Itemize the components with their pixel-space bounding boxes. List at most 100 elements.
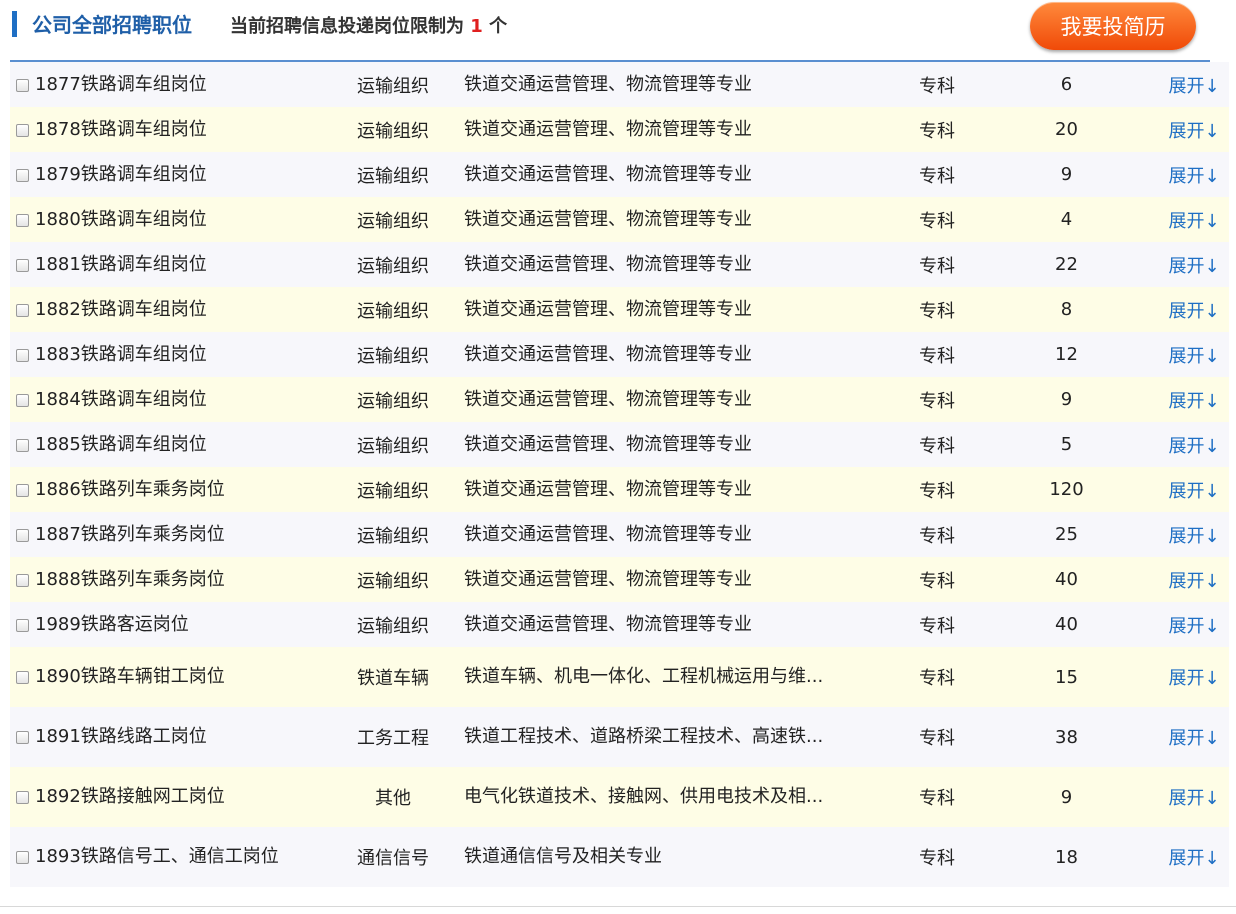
headcount-cell: 5 [1060,434,1073,455]
position-name-cell: 1879铁路调车组岗位 [10,152,334,197]
major-cell: 铁道车辆、机电一体化、工程机械运用与维... [464,666,824,687]
apply-resume-button[interactable]: 我要投简历 [1030,2,1196,50]
position-name-cell: 1891铁路线路工岗位 [10,707,334,767]
expand-link[interactable]: 展开↓ [1159,242,1229,287]
expand-link[interactable]: 展开↓ [1159,62,1229,107]
education-cell: 专科 [919,615,955,637]
table-row: 1883铁路调车组岗位 运输组织 铁道交通运营管理、物流管理等专业 专科 12 展开↓ [10,332,1229,377]
limit-notice-suffix: 个 [489,16,508,37]
checkbox-icon[interactable] [16,483,29,497]
checkbox-icon[interactable] [16,168,29,182]
checkbox-icon[interactable] [16,573,29,587]
headcount-cell: 25 [1055,524,1078,545]
major-cell: 铁道交通运营管理、物流管理等专业 [464,478,752,500]
checkbox-icon[interactable] [16,791,29,804]
education-cell: 专科 [919,345,955,367]
expand-link[interactable]: 展开↓ [1159,287,1229,332]
education-cell: 专科 [919,210,955,232]
education-cell: 专科 [919,525,955,547]
position-name-cell: 1883铁路调车组岗位 [10,332,334,377]
checkbox-icon[interactable] [16,348,29,362]
expand-link[interactable]: 展开↓ [1159,512,1229,557]
education-cell: 专科 [919,390,955,412]
education-cell: 专科 [919,120,955,142]
major-cell: 铁道交通运营管理、物流管理等专业 [464,298,752,320]
table-row: 1884铁路调车组岗位 运输组织 铁道交通运营管理、物流管理等专业 专科 9 展开↓ [10,377,1229,422]
major-cell: 铁道交通运营管理、物流管理等专业 [464,523,752,545]
job-table: 1877铁路调车组岗位 运输组织 铁道交通运营管理、物流管理等专业 专科 6 展开↓ 187… [10,62,1229,887]
headcount-cell: 6 [1060,74,1073,95]
category-cell: 运输组织 [357,435,429,457]
table-row: 1879铁路调车组岗位 运输组织 铁道交通运营管理、物流管理等专业 专科 9 展开↓ [10,152,1229,197]
category-cell: 其他 [375,788,411,809]
education-cell: 专科 [919,480,955,502]
education-cell: 专科 [919,300,955,322]
major-cell: 铁道交通运营管理、物流管理等专业 [464,118,752,140]
table-row: 1882铁路调车组岗位 运输组织 铁道交通运营管理、物流管理等专业 专科 8 展开↓ [10,287,1229,332]
major-cell: 电气化铁道技术、接触网、供用电技术及相... [464,786,824,807]
category-cell: 运输组织 [357,345,429,367]
position-name: 1884铁路调车组岗位 [35,388,207,410]
headcount-cell: 9 [1060,164,1073,185]
expand-link[interactable]: 展开↓ [1159,107,1229,152]
table-row: 1885铁路调车组岗位 运输组织 铁道交通运营管理、物流管理等专业 专科 5 展开↓ [10,422,1229,467]
education-cell: 专科 [919,728,955,749]
position-name-cell: 1884铁路调车组岗位 [10,377,334,422]
checkbox-icon[interactable] [16,438,29,452]
checkbox-icon[interactable] [16,731,29,744]
checkbox-icon[interactable] [16,123,29,137]
position-name-cell: 1880铁路调车组岗位 [10,197,334,242]
checkbox-icon[interactable] [16,618,29,632]
expand-link[interactable]: 展开↓ [1159,647,1229,707]
checkbox-icon[interactable] [16,393,29,407]
headcount-cell: 40 [1055,569,1078,590]
expand-link[interactable]: 展开↓ [1159,602,1229,647]
table-row: 1891铁路线路工岗位 工务工程 铁道工程技术、道路桥梁工程技术、高速铁... 专科 3… [10,707,1229,767]
category-cell: 运输组织 [357,300,429,322]
expand-link[interactable]: 展开↓ [1159,422,1229,467]
expand-link[interactable]: 展开↓ [1159,707,1229,767]
expand-link[interactable]: 展开↓ [1159,767,1229,827]
checkbox-icon[interactable] [16,851,29,864]
table-row: 1878铁路调车组岗位 运输组织 铁道交通运营管理、物流管理等专业 专科 20 展开↓ [10,107,1229,152]
headcount-cell: 12 [1055,344,1078,365]
major-cell: 铁道交通运营管理、物流管理等专业 [464,73,752,95]
education-cell: 专科 [919,435,955,457]
expand-link[interactable]: 展开↓ [1159,467,1229,512]
checkbox-icon[interactable] [16,213,29,227]
position-name-cell: 1887铁路列车乘务岗位 [10,512,334,557]
expand-link[interactable]: 展开↓ [1159,557,1229,602]
checkbox-icon[interactable] [16,671,29,684]
expand-link[interactable]: 展开↓ [1159,377,1229,422]
expand-link[interactable]: 展开↓ [1159,827,1229,887]
category-cell: 运输组织 [357,615,429,637]
major-cell: 铁道交通运营管理、物流管理等专业 [464,388,752,410]
expand-link[interactable]: 展开↓ [1159,152,1229,197]
category-cell: 运输组织 [357,210,429,232]
position-name: 1880铁路调车组岗位 [35,208,207,230]
position-name: 1877铁路调车组岗位 [35,73,207,95]
table-row: 1887铁路列车乘务岗位 运输组织 铁道交通运营管理、物流管理等专业 专科 25 展开↓ [10,512,1229,557]
checkbox-icon[interactable] [16,303,29,317]
title-accent-bar [12,11,17,37]
headcount-cell: 4 [1060,209,1073,230]
category-cell: 运输组织 [357,525,429,547]
expand-link[interactable]: 展开↓ [1159,332,1229,377]
position-name: 1886铁路列车乘务岗位 [35,478,225,500]
section-header: 公司全部招聘职位 当前招聘信息投递岗位限制为 1 个 我要投简历 [10,0,1210,62]
checkbox-icon[interactable] [16,78,29,92]
page-title: 公司全部招聘职位 [32,13,192,37]
checkbox-icon[interactable] [16,258,29,272]
headcount-cell: 120 [1049,479,1084,500]
education-cell: 专科 [919,255,955,277]
education-cell: 专科 [919,570,955,592]
headcount-cell: 9 [1060,786,1073,808]
expand-link[interactable]: 展开↓ [1159,197,1229,242]
table-row: 1890铁路车辆钳工岗位 铁道车辆 铁道车辆、机电一体化、工程机械运用与维... 专科… [10,647,1229,707]
headcount-cell: 15 [1055,666,1078,688]
category-cell: 通信信号 [357,848,429,869]
category-cell: 运输组织 [357,120,429,142]
category-cell: 铁道车辆 [357,668,429,689]
checkbox-icon[interactable] [16,528,29,542]
education-cell: 专科 [919,165,955,187]
